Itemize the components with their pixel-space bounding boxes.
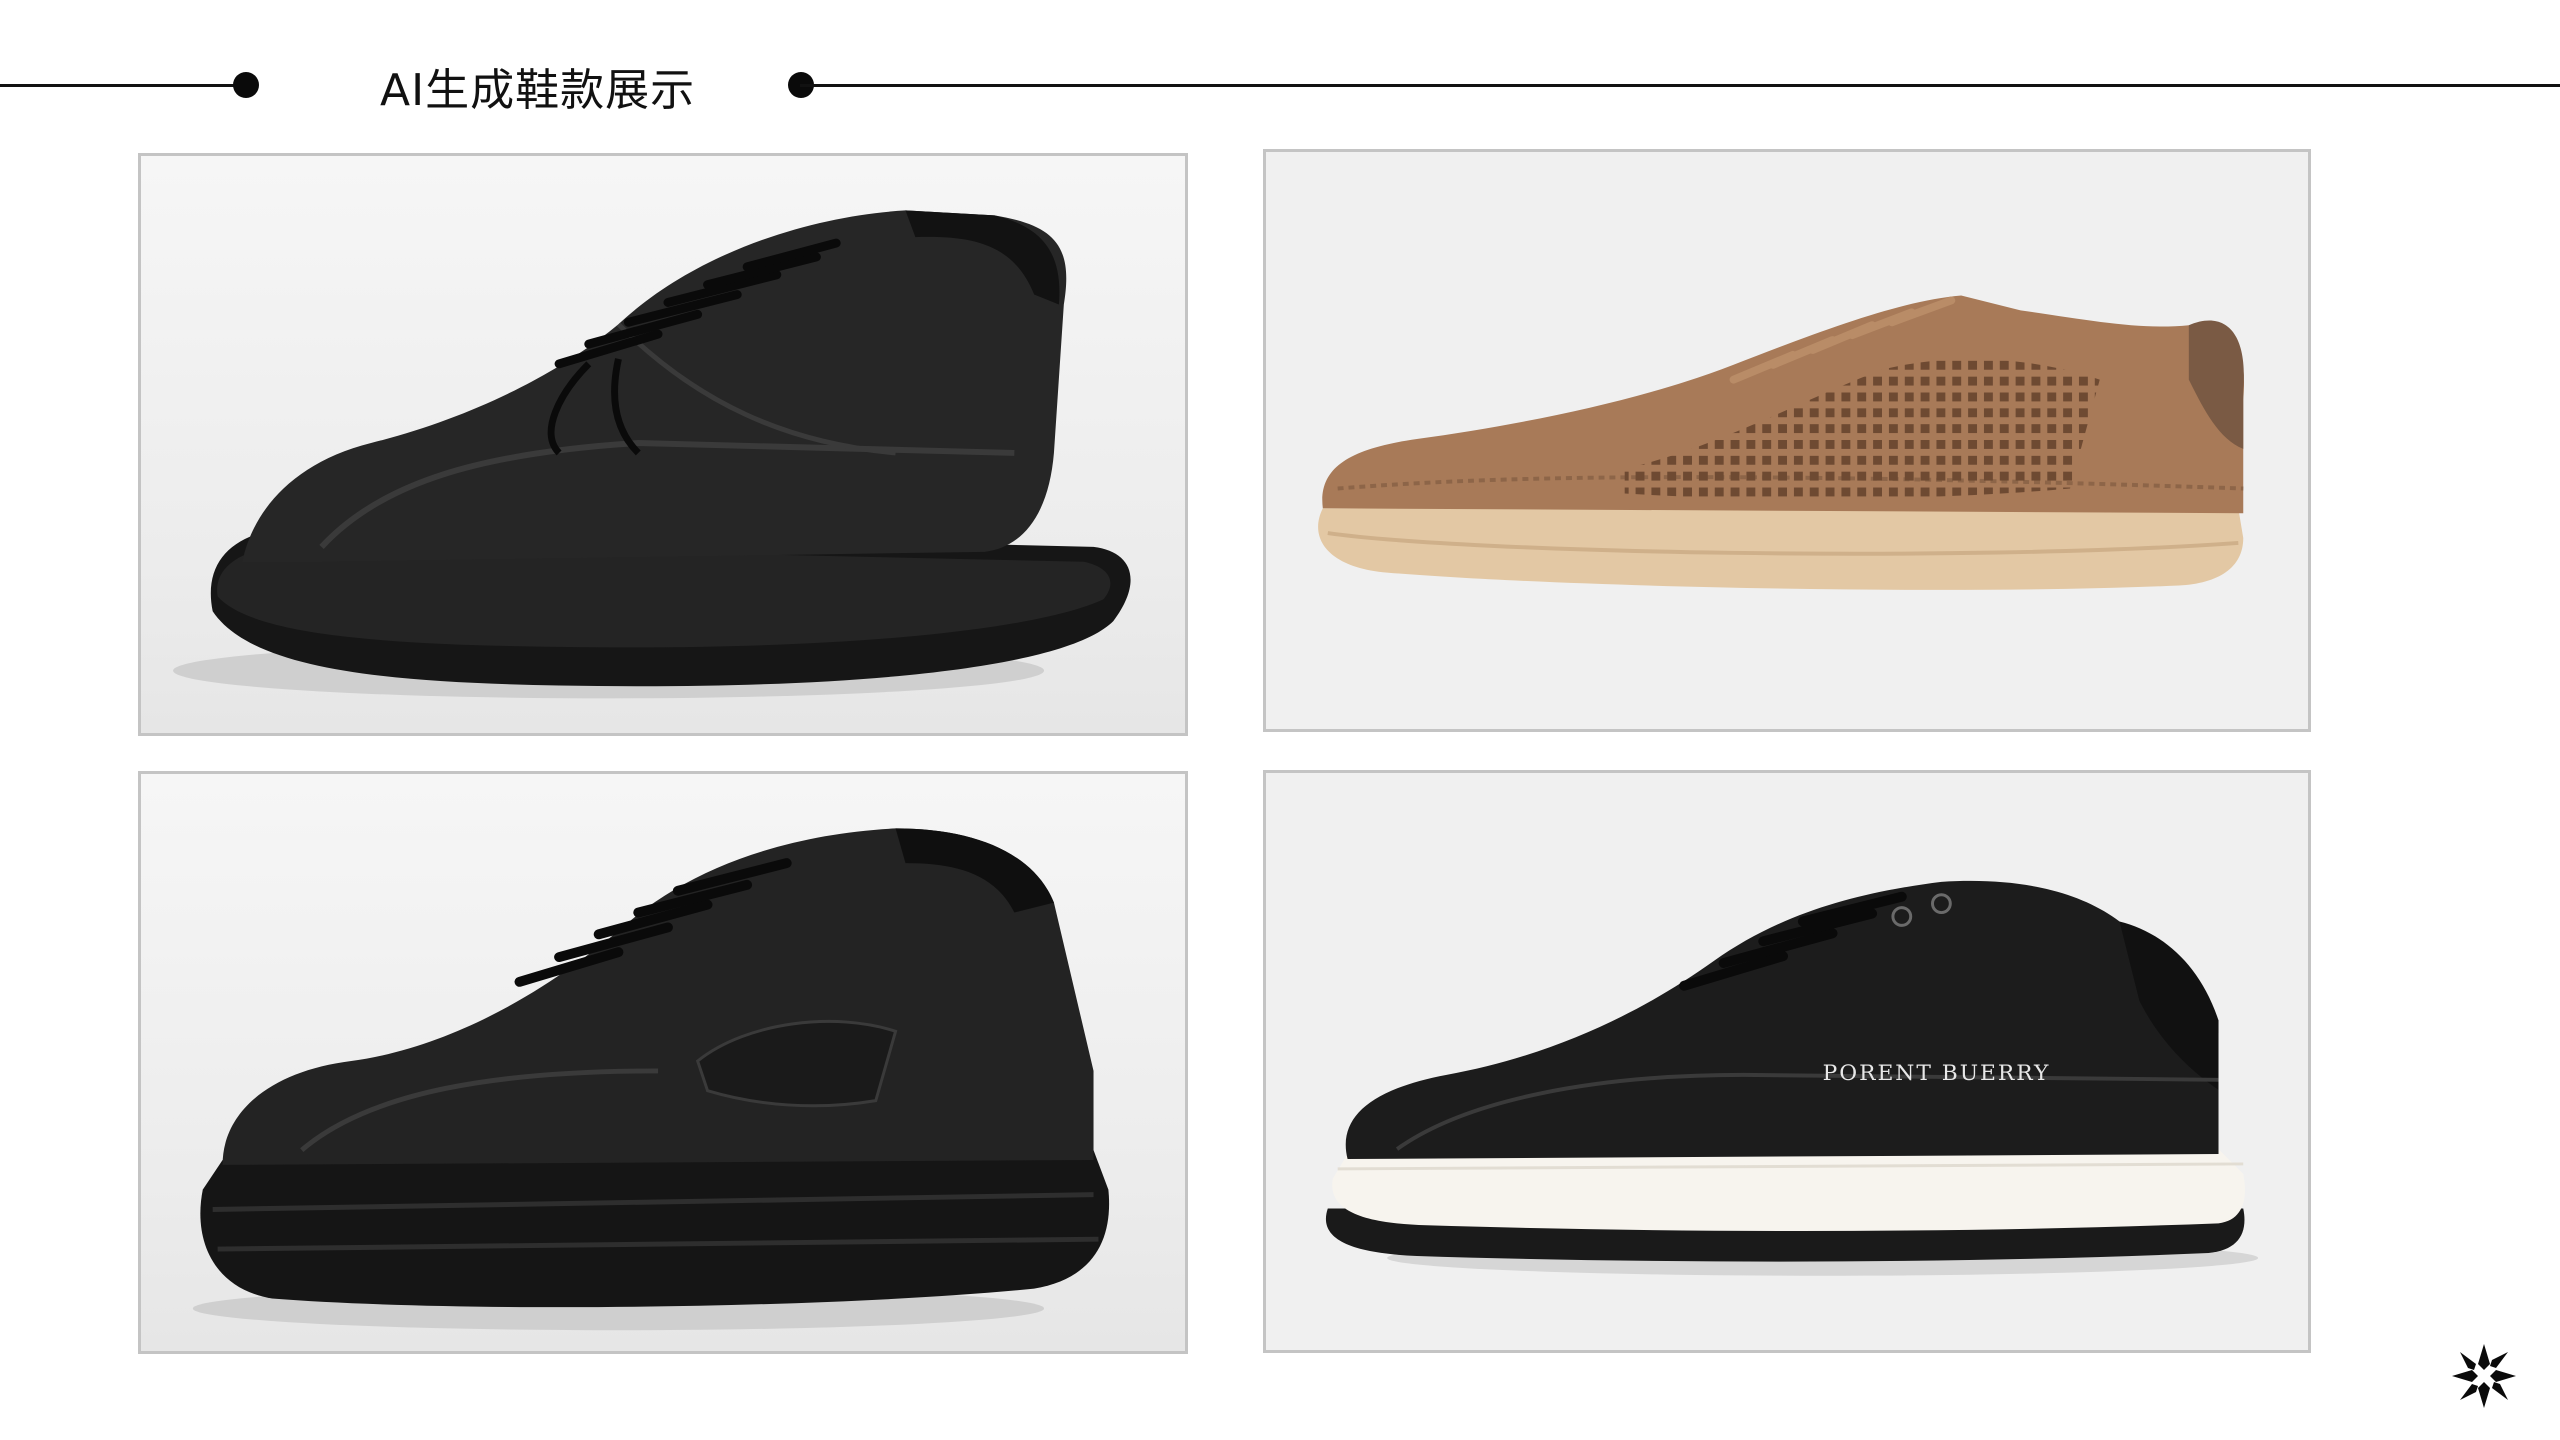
page-title: AI生成鞋款展示: [380, 65, 696, 116]
header-rule-left: [0, 84, 245, 87]
shoe-illustration-3: [192, 828, 1110, 1331]
shoe-brand-text: PORENT BUERRY: [1823, 1061, 2051, 1086]
shoe-image-1[interactable]: [138, 153, 1188, 736]
shoe-image-2[interactable]: [1263, 149, 2311, 732]
shoe-illustration-4: PORENT BUERRY: [1325, 880, 2259, 1276]
shoe-image-4[interactable]: PORENT BUERRY: [1263, 770, 2311, 1353]
shoe-image-3[interactable]: [138, 771, 1188, 1354]
header-rule-right: [800, 84, 2560, 87]
shoe-illustration-1: [173, 210, 1131, 699]
header-dot-left: [233, 72, 259, 98]
shoe-illustration-2: [1318, 295, 2245, 590]
sparkle-burst-icon: [2452, 1344, 2516, 1408]
